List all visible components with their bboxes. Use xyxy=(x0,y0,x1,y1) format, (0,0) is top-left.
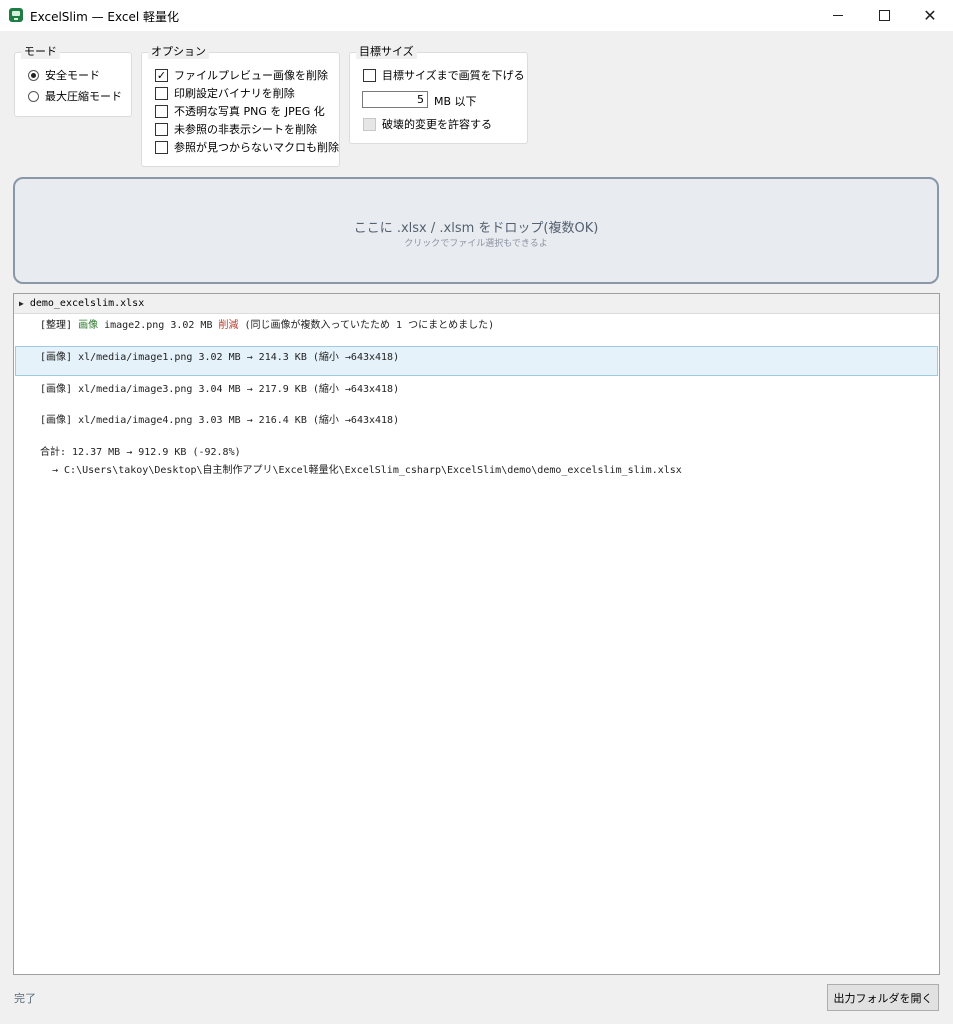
option-delete-hidden-sheets-label: 未参照の非表示シートを削除 xyxy=(174,123,317,136)
image-tag: [画像] xyxy=(40,415,73,426)
checkbox-icon[interactable] xyxy=(155,140,168,154)
log-line-total: 合計: 12.37 MB → 912.9 KB (-92.8%) xyxy=(40,447,241,458)
expand-triangle-icon[interactable]: ▶ xyxy=(19,299,24,308)
target-size-group: 目標サイズ 目標サイズまで画質を下げる 5 MB 以下 破壊的変更を許容する xyxy=(349,45,528,144)
option-delete-macros-label: 参照が見つからないマクロも削除 xyxy=(174,141,339,154)
option-allow-destructive: 破壊的変更を許容する xyxy=(363,116,492,132)
checkbox-checked-icon[interactable]: ✓ xyxy=(155,68,168,82)
image-detail: xl/media/image3.png 3.04 MB → 217.9 KB (… xyxy=(72,384,400,395)
radio-unselected-icon[interactable] xyxy=(28,90,39,102)
title-bar[interactable]: ExcelSlim — Excel 軽量化 ✕ xyxy=(0,0,953,31)
cleanup-keyword: 画像 xyxy=(78,320,99,331)
option-delete-preview[interactable]: ✓ ファイルプレビュー画像を削除 xyxy=(155,67,328,83)
image-tag: [画像] xyxy=(40,384,73,395)
option-delete-print-settings-label: 印刷設定バイナリを削除 xyxy=(174,87,295,100)
cleanup-action: 削減 xyxy=(218,320,239,331)
maximize-icon xyxy=(878,10,890,21)
minimize-button[interactable] xyxy=(815,0,861,31)
checkbox-icon[interactable] xyxy=(363,68,376,82)
image-detail: xl/media/image4.png 3.03 MB → 216.4 KB (… xyxy=(72,415,400,426)
mode-group: モード 安全モード 最大圧縮モード xyxy=(14,45,132,117)
option-delete-hidden-sheets[interactable]: 未参照の非表示シートを削除 xyxy=(155,121,317,137)
log-line-image4: [画像] xl/media/image4.png 3.03 MB → 216.4… xyxy=(40,411,399,426)
option-allow-destructive-label: 破壊的変更を許容する xyxy=(382,118,492,131)
log-line-output-path: → C:\Users\takoy\Desktop\自主制作アプリ\Excel軽量… xyxy=(52,465,682,476)
log-line-cleanup: [整理] 画像 image2.png 3.02 MB 削減 (同じ画像が複数入っ… xyxy=(40,316,494,331)
option-reduce-to-target-label: 目標サイズまで画質を下げる xyxy=(382,69,525,82)
target-size-unit: MB 以下 xyxy=(434,95,477,108)
options-group: オプション ✓ ファイルプレビュー画像を削除 印刷設定バイナリを削除 不透明な写… xyxy=(141,45,340,167)
mode-max-radio[interactable]: 最大圧縮モード xyxy=(28,88,122,104)
log-line-image1: [画像] xl/media/image1.png 3.02 MB → 214.3… xyxy=(40,348,399,363)
file-name: demo_excelslim.xlsx xyxy=(29,298,145,309)
mode-safe-label: 安全モード xyxy=(45,69,100,82)
mode-max-label: 最大圧縮モード xyxy=(45,90,122,103)
cleanup-note: (同じ画像が複数入っていたため 1 つにまとめました) xyxy=(238,320,495,331)
checkbox-disabled-icon xyxy=(363,117,376,131)
checkbox-icon[interactable] xyxy=(155,122,168,136)
close-button[interactable]: ✕ xyxy=(907,0,953,31)
option-delete-macros[interactable]: 参照が見つからないマクロも削除 xyxy=(155,139,339,155)
mode-safe-radio[interactable]: 安全モード xyxy=(28,67,100,83)
open-output-folder-button[interactable]: 出力フォルダを開く xyxy=(827,984,939,1011)
option-delete-print-settings[interactable]: 印刷設定バイナリを削除 xyxy=(155,85,295,101)
image-detail: xl/media/image1.png 3.02 MB → 214.3 KB (… xyxy=(72,352,400,363)
drop-zone-text: ここに .xlsx / .xlsm をドロップ(複数OK) xyxy=(353,221,599,236)
option-png-to-jpeg[interactable]: 不透明な写真 PNG を JPEG 化 xyxy=(155,103,325,119)
file-header-row[interactable]: ▶ demo_excelslim.xlsx xyxy=(14,294,939,314)
close-icon: ✕ xyxy=(923,5,937,25)
status-text: 完了 xyxy=(14,992,36,1005)
log-line-image3: [画像] xl/media/image3.png 3.04 MB → 217.9… xyxy=(40,380,399,395)
cleanup-tag: [整理] xyxy=(40,320,73,331)
minimize-icon xyxy=(833,15,843,16)
drop-zone-hint: クリックでファイル選択もできるよ xyxy=(404,239,548,249)
window-title: ExcelSlim — Excel 軽量化 xyxy=(30,10,179,24)
app-icon xyxy=(9,8,23,22)
cleanup-detail: image2.png 3.02 MB xyxy=(98,320,219,331)
options-legend: オプション xyxy=(148,45,209,59)
option-png-to-jpeg-label: 不透明な写真 PNG を JPEG 化 xyxy=(174,105,325,118)
file-drop-zone[interactable]: ここに .xlsx / .xlsm をドロップ(複数OK) クリックでファイル選… xyxy=(13,177,939,284)
mode-legend: モード xyxy=(21,45,60,59)
target-size-legend: 目標サイズ xyxy=(356,45,417,59)
image-tag: [画像] xyxy=(40,352,73,363)
option-reduce-to-target[interactable]: 目標サイズまで画質を下げる xyxy=(363,67,525,83)
option-delete-preview-label: ファイルプレビュー画像を削除 xyxy=(174,69,328,82)
target-size-input[interactable]: 5 xyxy=(362,91,428,108)
maximize-button[interactable] xyxy=(861,0,907,31)
checkbox-icon[interactable] xyxy=(155,104,168,118)
radio-selected-icon[interactable] xyxy=(28,69,39,81)
result-log[interactable]: ▶ demo_excelslim.xlsx [整理] 画像 image2.png… xyxy=(13,293,940,975)
checkbox-icon[interactable] xyxy=(155,86,168,100)
